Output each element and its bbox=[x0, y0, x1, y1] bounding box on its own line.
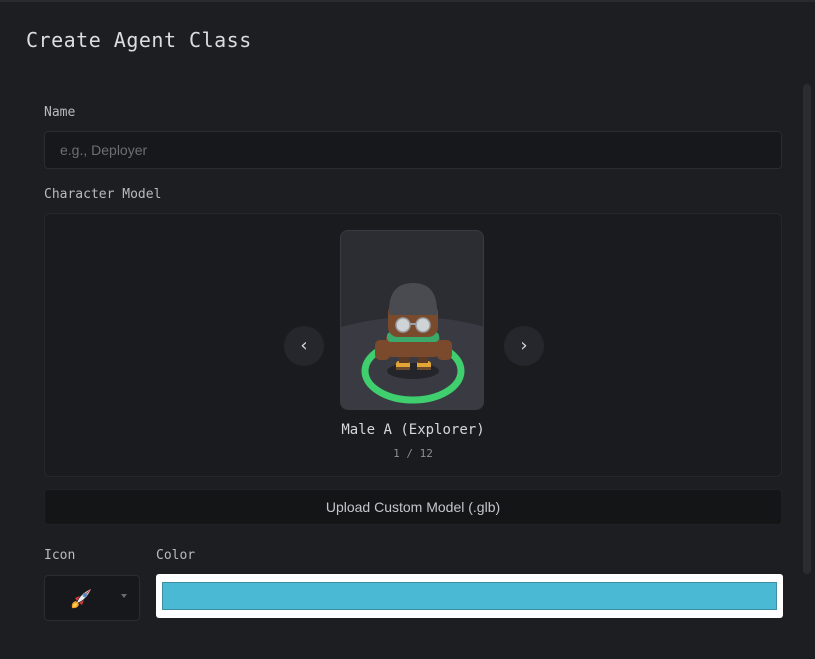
top-divider bbox=[0, 0, 815, 2]
icon-label: Icon bbox=[44, 548, 76, 563]
color-label: Color bbox=[156, 548, 196, 563]
name-input[interactable] bbox=[44, 131, 782, 169]
name-label: Name bbox=[44, 105, 76, 120]
previous-model-button[interactable]: ‹ bbox=[284, 326, 324, 366]
icon-select[interactable] bbox=[44, 575, 140, 621]
chevron-left-icon: ‹ bbox=[300, 335, 308, 356]
create-agent-class-dialog: Create Agent Class Name Character Model … bbox=[0, 0, 815, 659]
color-swatch bbox=[162, 582, 777, 610]
dialog-title: Create Agent Class bbox=[26, 28, 252, 52]
chevron-right-icon: › bbox=[520, 335, 528, 356]
model-counter: 1 / 12 bbox=[393, 447, 433, 460]
character-model-picker: ‹ › Male A (Explorer) 1 / 12 bbox=[44, 213, 782, 477]
character-preview[interactable] bbox=[340, 230, 484, 410]
chevron-down-icon bbox=[121, 594, 127, 598]
upload-custom-model-button[interactable]: Upload Custom Model (.glb) bbox=[44, 489, 782, 525]
model-name: Male A (Explorer) bbox=[341, 422, 485, 438]
rocket-icon bbox=[71, 589, 91, 609]
color-picker[interactable] bbox=[156, 574, 783, 618]
character-figure-image bbox=[341, 231, 483, 409]
character-model-label: Character Model bbox=[44, 187, 162, 202]
scrollbar[interactable] bbox=[803, 84, 811, 574]
next-model-button[interactable]: › bbox=[504, 326, 544, 366]
